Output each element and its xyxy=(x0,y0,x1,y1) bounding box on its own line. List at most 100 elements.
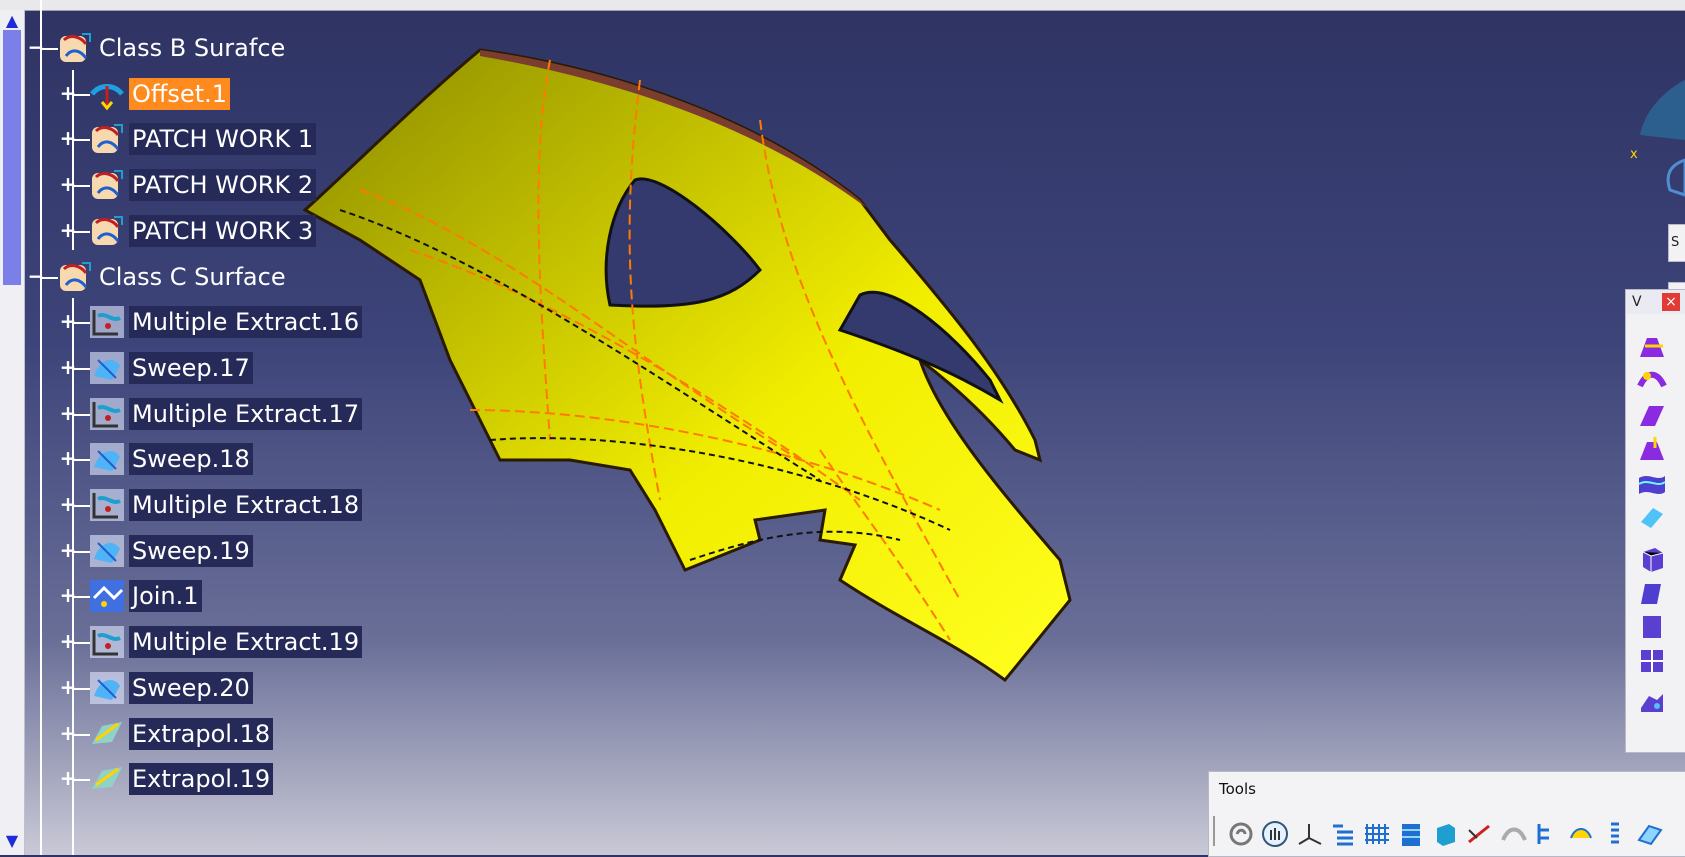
expand-icon[interactable]: + xyxy=(58,585,78,606)
expand-icon[interactable]: + xyxy=(58,128,78,149)
tree-node-label[interactable]: PATCH WORK 2 xyxy=(129,169,317,202)
compass-icon[interactable]: x xyxy=(1630,60,1685,200)
iso-view-icon[interactable] xyxy=(1637,578,1667,608)
cube-view-icon[interactable] xyxy=(1637,544,1667,574)
front-view-icon[interactable] xyxy=(1637,612,1667,642)
offset-surface-icon[interactable] xyxy=(1637,434,1667,464)
sweep-icon[interactable] xyxy=(88,441,126,477)
tree-node[interactable]: + Multiple Extract.17 xyxy=(24,394,404,434)
side-toolbar-stub[interactable]: S xyxy=(1668,224,1685,262)
tree-node-label[interactable]: Extrapol.19 xyxy=(129,763,274,796)
tree-node-label[interactable]: Class B Surafce xyxy=(96,32,288,64)
curvature-icon[interactable] xyxy=(1637,366,1667,396)
tree-node-label[interactable]: PATCH WORK 3 xyxy=(129,214,317,247)
expand-icon[interactable]: + xyxy=(58,631,78,652)
tree-node-label[interactable]: Sweep.19 xyxy=(129,534,253,567)
shading-icon[interactable] xyxy=(1637,468,1667,498)
surface-analysis-icon[interactable] xyxy=(1637,400,1667,430)
scroll-thumb[interactable] xyxy=(3,30,21,285)
tree-node[interactable]: + Sweep.17 xyxy=(24,348,404,388)
tree-node-label[interactable]: Sweep.17 xyxy=(129,351,253,384)
tree-node[interactable]: + Sweep.19 xyxy=(24,531,404,571)
update-icon[interactable] xyxy=(1227,820,1255,848)
close-icon[interactable]: × xyxy=(1662,293,1680,311)
tree-node[interactable]: + Offset.1 xyxy=(24,74,404,114)
expand-icon[interactable]: + xyxy=(58,311,78,332)
collapse-icon[interactable]: − xyxy=(26,37,46,58)
tree-node[interactable]: + Sweep.20 xyxy=(24,668,404,708)
multiple-extract-icon[interactable] xyxy=(88,487,126,523)
tree-node[interactable]: − Class B Surafce xyxy=(24,28,404,68)
expand-icon[interactable]: + xyxy=(58,174,78,195)
hand-pan-icon[interactable] xyxy=(1261,820,1289,848)
geometrical-set-icon[interactable] xyxy=(88,167,126,203)
tree-node-label[interactable]: Offset.1 xyxy=(129,77,231,110)
tree-node-label[interactable]: Multiple Extract.19 xyxy=(129,626,363,659)
tree-node-label[interactable]: Extrapol.18 xyxy=(129,717,274,750)
geometrical-set-icon[interactable] xyxy=(56,30,94,66)
sweep-icon[interactable] xyxy=(88,350,126,386)
scroll-up-arrow-icon[interactable]: ▲ xyxy=(2,12,22,30)
geometrical-set-icon[interactable] xyxy=(88,213,126,249)
expand-icon[interactable]: + xyxy=(58,768,78,789)
list-icon[interactable] xyxy=(1601,820,1629,848)
tree-expand-icon[interactable] xyxy=(1329,820,1357,848)
render-style-icon[interactable] xyxy=(1637,688,1667,718)
geometrical-set-icon[interactable] xyxy=(88,121,126,157)
tree-node-label[interactable]: Class C Surface xyxy=(96,261,289,293)
multi-view-icon[interactable] xyxy=(1637,646,1667,676)
tree-node[interactable]: + Join.1 xyxy=(24,576,404,616)
tree-node[interactable]: + PATCH WORK 2 xyxy=(24,165,404,205)
join-icon[interactable] xyxy=(88,578,126,614)
tree-node[interactable]: + Extrapol.19 xyxy=(24,759,404,799)
toolbar-grip[interactable] xyxy=(1213,816,1215,846)
expand-icon[interactable]: + xyxy=(58,448,78,469)
tree-node-label[interactable]: PATCH WORK 1 xyxy=(129,123,317,156)
sweep-icon[interactable] xyxy=(88,670,126,706)
expand-icon[interactable]: + xyxy=(58,677,78,698)
offset-icon[interactable] xyxy=(88,76,126,112)
axis-system-icon[interactable] xyxy=(1295,820,1323,848)
collapse-icon[interactable]: − xyxy=(26,266,46,287)
multiple-extract-icon[interactable] xyxy=(88,304,126,340)
tree-node[interactable]: + Multiple Extract.16 xyxy=(24,302,404,342)
expand-icon[interactable]: + xyxy=(58,403,78,424)
multiple-extract-icon[interactable] xyxy=(88,396,126,432)
work-support-icon[interactable] xyxy=(1397,820,1425,848)
expand-icon[interactable]: + xyxy=(58,357,78,378)
tree-node[interactable]: + Multiple Extract.18 xyxy=(24,485,404,525)
expand-icon[interactable]: + xyxy=(58,83,78,104)
expand-icon[interactable]: + xyxy=(58,494,78,515)
draft-analysis-icon[interactable] xyxy=(1637,332,1667,362)
expand-icon[interactable]: + xyxy=(58,220,78,241)
tree-node-label[interactable]: Multiple Extract.17 xyxy=(129,397,363,430)
tree-node[interactable]: − Class C Surface xyxy=(24,257,404,297)
catalog-icon[interactable] xyxy=(1567,820,1595,848)
hide-show-icon[interactable] xyxy=(1499,820,1527,848)
tree-node[interactable]: + Extrapol.18 xyxy=(24,714,404,754)
tree-node-label[interactable]: Join.1 xyxy=(129,580,202,613)
tree-node[interactable]: + Sweep.18 xyxy=(24,439,404,479)
multiple-extract-icon[interactable] xyxy=(88,624,126,660)
scroll-down-arrow-icon[interactable]: ▼ xyxy=(2,832,22,850)
expand-icon[interactable]: + xyxy=(58,540,78,561)
tree-node-label[interactable]: Sweep.20 xyxy=(129,671,253,704)
tree-node-label[interactable]: Multiple Extract.18 xyxy=(129,489,363,521)
surface-part-3d[interactable] xyxy=(300,40,1100,690)
measure-icon[interactable] xyxy=(1465,820,1493,848)
tree-node-label[interactable]: Sweep.18 xyxy=(129,443,253,476)
grid-icon[interactable] xyxy=(1363,820,1391,848)
expand-icon[interactable]: + xyxy=(58,723,78,744)
extrapolate-icon[interactable] xyxy=(88,761,126,797)
tools-toolbar-title[interactable]: Tools xyxy=(1219,780,1256,798)
extrapolate-icon[interactable] xyxy=(88,716,126,752)
tree-node[interactable]: + Multiple Extract.19 xyxy=(24,622,404,662)
plane-icon[interactable] xyxy=(1635,820,1663,848)
sweep-icon[interactable] xyxy=(88,533,126,569)
part-body-icon[interactable] xyxy=(1431,820,1459,848)
tree-node[interactable]: + PATCH WORK 3 xyxy=(24,211,404,251)
specification-tree-icon[interactable] xyxy=(1533,820,1561,848)
geometrical-set-icon[interactable] xyxy=(56,259,94,295)
eraser-icon[interactable] xyxy=(1637,502,1667,532)
tree-node-label[interactable]: Multiple Extract.16 xyxy=(129,306,363,339)
